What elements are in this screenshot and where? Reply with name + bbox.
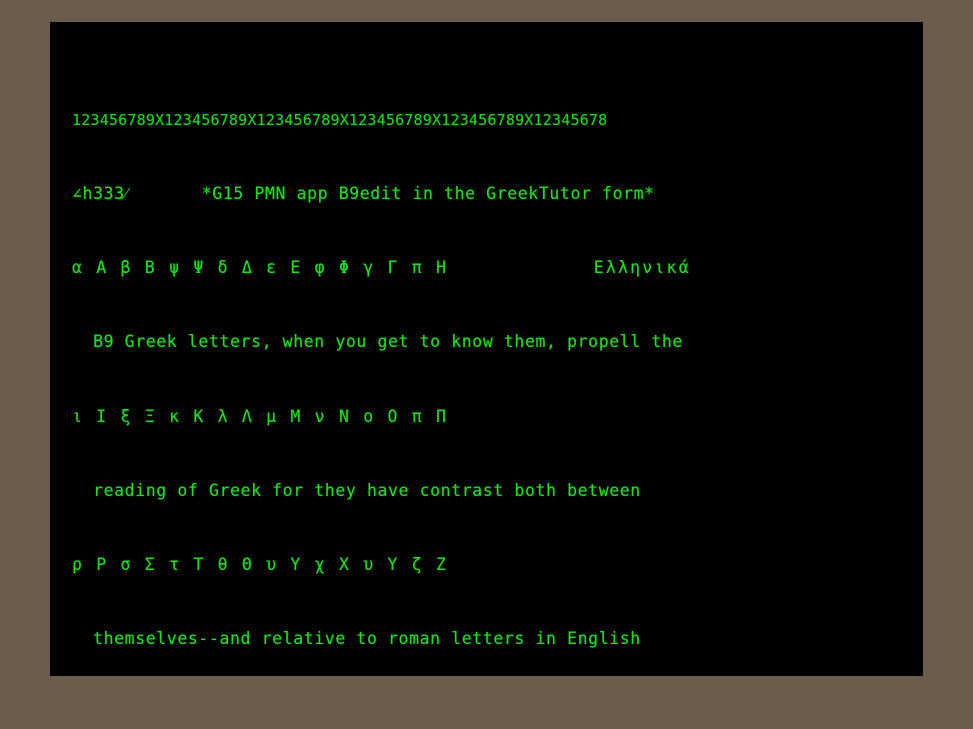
greek-alphabet-row-1: α Α β Β ψ Ψ δ Δ ε Ε φ Φ γ Γ π Η Ελληνικά <box>72 258 691 278</box>
terminal-text-area[interactable]: 123456789X123456789X123456789X123456789X… <box>50 34 923 676</box>
description-line-1: B9 Greek letters, when you get to know t… <box>72 332 683 352</box>
greek-alphabet-row-2: ι Ι ξ Ξ κ Κ λ Λ μ Μ ν Ν ο Ο π Π <box>72 406 449 426</box>
description-line-3: themselves--and relative to roman letter… <box>72 628 641 648</box>
title-line: ∠h333⁄ *G15 PMN app B9edit in the GreekT… <box>72 184 655 204</box>
ruler-line-top: 123456789X123456789X123456789X123456789X… <box>72 111 608 130</box>
terminal-window[interactable]: 123456789X123456789X123456789X123456789X… <box>50 22 923 676</box>
description-line-2: reading of Greek for they have contrast … <box>72 480 641 500</box>
greek-alphabet-row-3: ρ Ρ σ Σ τ Τ θ Θ υ Υ χ Χ υ Υ ζ Ζ <box>72 554 449 574</box>
desktop-background: 123456789X123456789X123456789X123456789X… <box>0 0 973 729</box>
